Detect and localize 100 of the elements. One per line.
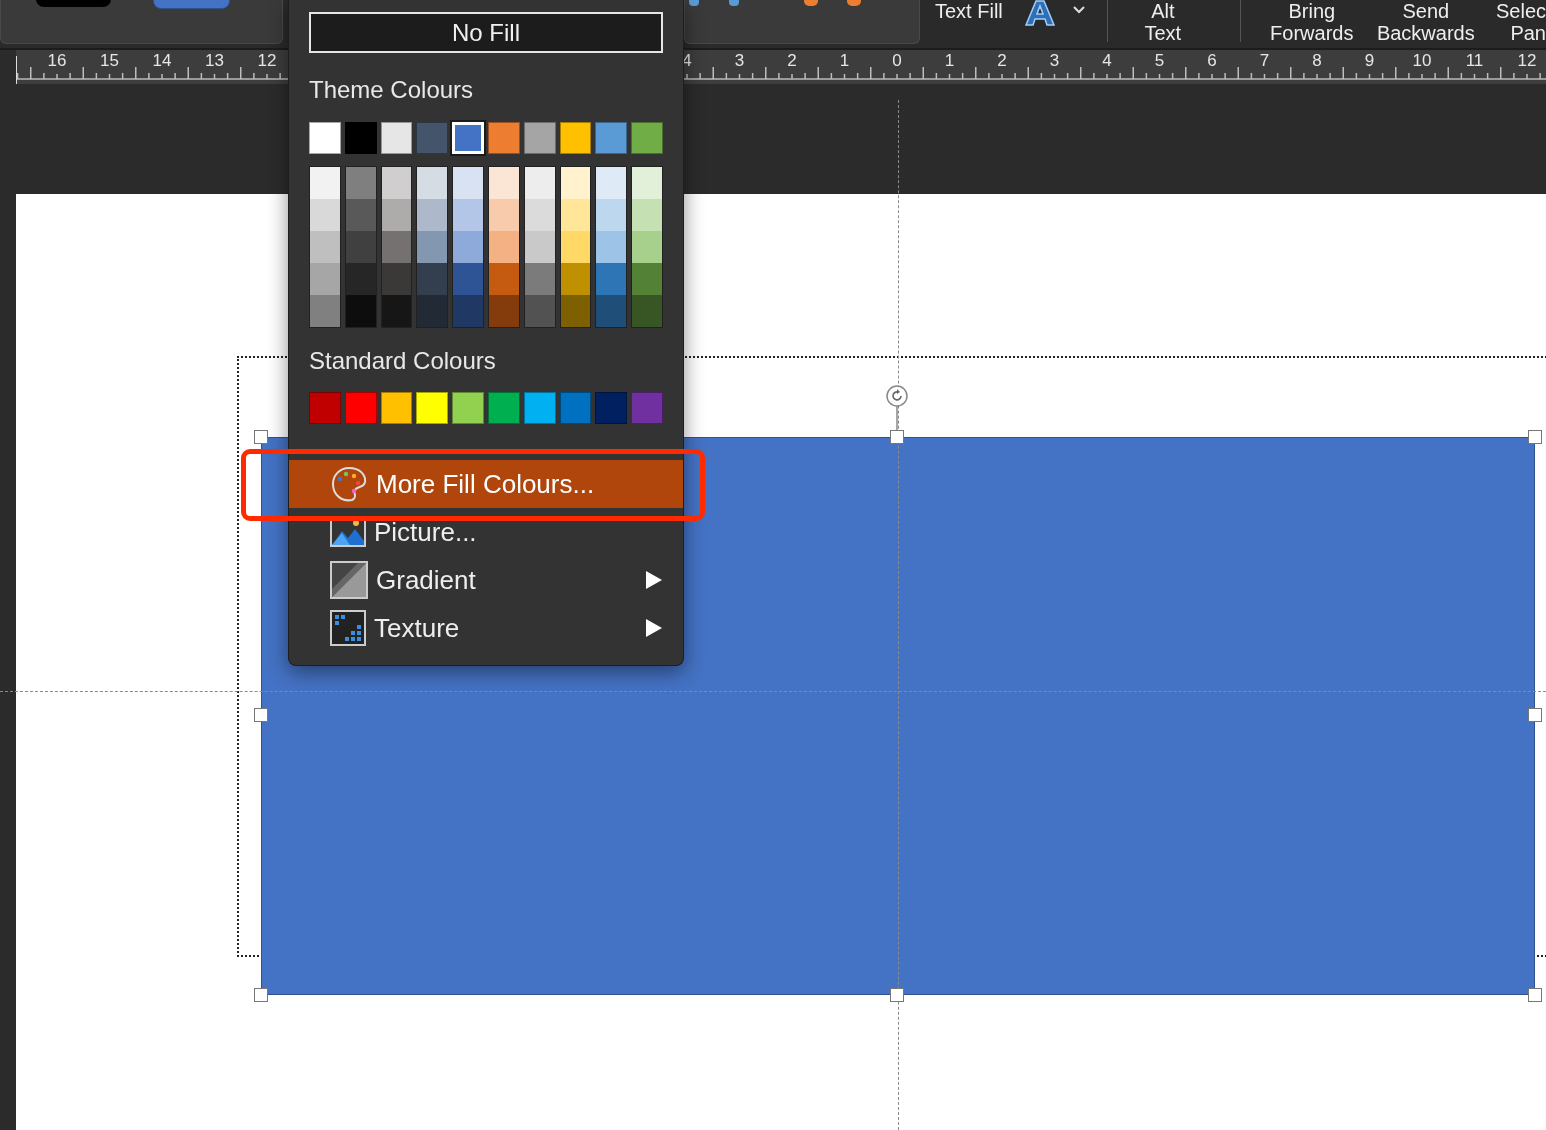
ruler-number: 15	[100, 51, 119, 71]
colour-swatch[interactable]	[489, 167, 519, 199]
ruler-number: 3	[734, 51, 745, 71]
colour-swatch[interactable]	[453, 231, 483, 263]
ruler-number: 2	[787, 51, 797, 71]
colour-swatch[interactable]	[632, 263, 662, 295]
colour-swatch[interactable]	[523, 122, 556, 154]
colour-swatch[interactable]	[452, 392, 484, 424]
resize-handle[interactable]	[254, 988, 268, 1002]
colour-swatch[interactable]	[560, 199, 591, 231]
palette-icon	[330, 466, 368, 502]
colour-swatch[interactable]	[632, 167, 662, 199]
colour-swatch[interactable]	[631, 392, 663, 424]
colour-swatch[interactable]	[453, 263, 483, 295]
colour-swatch[interactable]	[524, 199, 555, 231]
colour-swatch[interactable]	[596, 167, 627, 199]
colour-swatch[interactable]	[489, 231, 519, 263]
toolbar-button[interactable]: Bring Forwards	[1256, 0, 1367, 44]
resize-handle[interactable]	[1528, 430, 1542, 444]
colour-swatch[interactable]	[344, 392, 377, 424]
colour-swatch[interactable]	[559, 122, 592, 154]
colour-swatch[interactable]	[344, 122, 377, 154]
colour-swatch[interactable]	[416, 392, 449, 424]
text-fill-label[interactable]: Text Fill	[935, 0, 1003, 22]
colour-swatch[interactable]	[596, 199, 627, 231]
colour-swatch[interactable]	[310, 199, 340, 231]
colour-swatch[interactable]	[595, 392, 628, 424]
colour-swatch[interactable]	[453, 167, 483, 199]
colour-swatch[interactable]	[560, 295, 591, 327]
ruler-number: 13	[205, 51, 224, 71]
colour-swatch[interactable]	[453, 199, 483, 231]
colour-swatch[interactable]	[488, 122, 520, 154]
toolbar-button[interactable]: Send Backwards	[1370, 0, 1481, 44]
ruler-number: 7	[1259, 51, 1270, 71]
resize-handle[interactable]	[254, 708, 268, 722]
colour-swatch[interactable]	[345, 199, 376, 231]
colour-swatch[interactable]	[524, 231, 555, 263]
colour-swatch[interactable]	[596, 231, 627, 263]
colour-swatch[interactable]	[381, 263, 412, 295]
colour-swatch[interactable]	[345, 167, 376, 199]
resize-handle[interactable]	[1528, 708, 1542, 722]
no-fill-button[interactable]: No Fill	[309, 12, 663, 53]
colour-swatch[interactable]	[596, 295, 627, 327]
colour-swatch[interactable]	[309, 392, 341, 424]
menu-item[interactable]: More Fill Colours...	[289, 460, 683, 508]
colour-swatch[interactable]	[417, 167, 448, 199]
toolbar-button[interactable]: Alt Text	[1107, 0, 1218, 44]
colour-swatch[interactable]	[310, 263, 340, 295]
colour-swatch[interactable]	[416, 122, 449, 154]
resize-handle[interactable]	[1528, 988, 1542, 1002]
ruler-number: 4	[1102, 51, 1112, 71]
colour-swatch[interactable]	[596, 263, 627, 295]
colour-swatch[interactable]	[381, 199, 412, 231]
colour-swatch[interactable]	[560, 263, 591, 295]
colour-swatch[interactable]	[631, 122, 663, 154]
colour-swatch[interactable]	[310, 231, 340, 263]
colour-swatch[interactable]	[523, 392, 556, 424]
colour-swatch[interactable]	[560, 231, 591, 263]
toolbar-button[interactable]: Selec Pan	[1495, 0, 1546, 44]
colour-swatch[interactable]	[381, 295, 412, 327]
colour-swatch[interactable]	[524, 167, 555, 199]
colour-swatch[interactable]	[417, 295, 448, 327]
resize-handle[interactable]	[254, 430, 268, 444]
menu-item[interactable]: Texture	[289, 604, 683, 652]
colour-swatch[interactable]	[560, 167, 591, 199]
colour-swatch[interactable]	[632, 199, 662, 231]
colour-swatch[interactable]	[417, 231, 448, 263]
menu-item[interactable]: Gradient	[289, 556, 683, 604]
colour-swatch[interactable]	[345, 263, 376, 295]
colour-swatch[interactable]	[380, 122, 413, 154]
colour-swatch[interactable]	[489, 263, 519, 295]
colour-swatch[interactable]	[310, 167, 340, 199]
resize-handle[interactable]	[890, 430, 904, 444]
colour-swatch[interactable]	[417, 199, 448, 231]
text-fill-icon[interactable]	[1024, 0, 1055, 26]
chevron-down-icon[interactable]	[1072, 6, 1085, 14]
colour-swatch[interactable]	[309, 122, 341, 154]
colour-swatch[interactable]	[380, 392, 413, 424]
ruler-number: 14	[152, 51, 172, 71]
menu-item[interactable]: Picture...	[289, 508, 683, 556]
colour-swatch[interactable]	[524, 295, 555, 327]
colour-swatch[interactable]	[381, 167, 412, 199]
colour-swatch[interactable]	[632, 295, 662, 327]
colour-swatch[interactable]	[632, 231, 662, 263]
colour-swatch[interactable]	[524, 263, 555, 295]
colour-swatch[interactable]	[489, 199, 519, 231]
gradient-icon	[330, 561, 368, 599]
colour-swatch[interactable]	[453, 295, 483, 327]
colour-swatch[interactable]	[488, 392, 520, 424]
texture-icon	[330, 610, 366, 646]
colour-swatch[interactable]	[381, 231, 412, 263]
colour-swatch[interactable]	[489, 295, 519, 327]
colour-swatch[interactable]	[345, 295, 376, 327]
colour-swatch[interactable]	[310, 295, 340, 327]
ruler-number: 1	[839, 51, 850, 71]
colour-swatch[interactable]	[417, 263, 448, 295]
colour-swatch[interactable]	[595, 122, 628, 154]
resize-handle[interactable]	[890, 988, 904, 1002]
colour-swatch[interactable]	[345, 231, 376, 263]
colour-swatch[interactable]	[559, 392, 592, 424]
